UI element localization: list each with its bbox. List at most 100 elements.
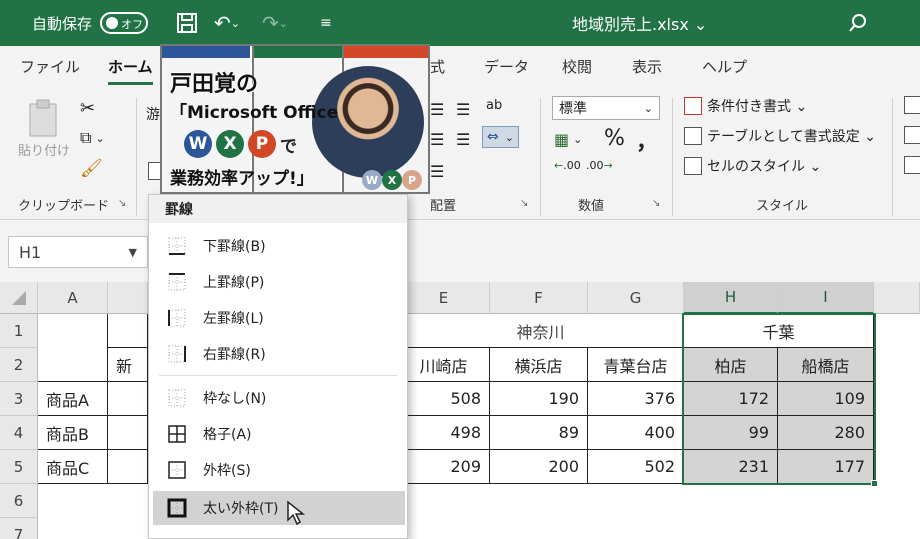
tab-view[interactable]: 表示 <box>632 56 662 77</box>
format-cells-icon[interactable] <box>904 156 920 174</box>
row-header-7[interactable]: 7 <box>0 518 38 539</box>
cell-i3[interactable]: 109 <box>778 382 874 416</box>
cell-g4[interactable]: 400 <box>588 416 684 450</box>
menu-item-no-border[interactable]: 枠なし(N) <box>153 381 405 415</box>
font-name-partial[interactable]: 游 <box>146 104 160 124</box>
cell-h2[interactable]: 柏店 <box>684 348 778 382</box>
cell-b5[interactable] <box>108 450 148 484</box>
column-header-i[interactable]: I <box>778 282 874 314</box>
cell-f3[interactable]: 190 <box>490 382 588 416</box>
select-all-corner[interactable] <box>0 282 38 314</box>
orientation-icon[interactable]: ab <box>486 98 502 113</box>
cell-g3[interactable]: 376 <box>588 382 684 416</box>
search-icon[interactable] <box>848 0 868 46</box>
align-left-icon[interactable]: ☰ <box>430 130 444 149</box>
column-header-j[interactable] <box>874 282 920 314</box>
cell-a5[interactable]: 商品C <box>38 450 108 484</box>
cell-i5[interactable]: 177 <box>778 450 874 484</box>
cell-f2[interactable]: 横浜店 <box>490 348 588 382</box>
copy-icon[interactable]: ⧉ ⌄ <box>80 128 105 148</box>
menu-item-all-borders[interactable]: 格子(A) <box>153 417 405 451</box>
cell-e2[interactable]: 川崎店 <box>398 348 490 382</box>
cell-a3[interactable]: 商品A <box>38 382 108 416</box>
menu-item-right-border[interactable]: 右罫線(R) <box>153 337 405 371</box>
cut-icon[interactable]: ✂ <box>80 98 95 119</box>
cell-e3[interactable]: 508 <box>398 382 490 416</box>
cell-a4[interactable]: 商品B <box>38 416 108 450</box>
paste-button[interactable]: 貼り付け <box>18 98 70 159</box>
cell-e5[interactable]: 209 <box>398 450 490 484</box>
cell-kanagawa-header[interactable]: 神奈川 <box>398 314 684 348</box>
customize-qat-icon[interactable]: ≡ <box>320 0 332 46</box>
cell-f5[interactable]: 200 <box>490 450 588 484</box>
menu-item-bottom-border[interactable]: 下罫線(B) <box>153 229 405 263</box>
cell-chiba-header[interactable]: 千葉 <box>684 314 874 348</box>
align-top-icon[interactable]: ☰ <box>430 100 444 119</box>
fill-handle[interactable] <box>871 480 878 487</box>
row-header-6[interactable]: 6 <box>0 484 38 518</box>
column-header-g[interactable]: G <box>588 282 684 314</box>
merge-center-button[interactable]: ⇔ ⌄ <box>482 126 519 148</box>
cell-g5[interactable]: 502 <box>588 450 684 484</box>
menu-item-outside-border[interactable]: 外枠(S) <box>153 453 405 487</box>
row-header-2[interactable]: 2 <box>0 348 38 382</box>
format-painter-icon[interactable]: 🖌 <box>80 158 103 179</box>
tab-help[interactable]: ヘルプ <box>702 56 747 77</box>
decrease-decimal-button[interactable]: .00 → <box>586 160 613 171</box>
cell-h3[interactable]: 172 <box>684 382 778 416</box>
conditional-format-button[interactable]: 条件付き書式 ⌄ <box>684 96 807 116</box>
row-header-3[interactable]: 3 <box>0 382 38 416</box>
undo-icon[interactable]: ↶ ⌄ <box>214 0 240 46</box>
cell-b1[interactable] <box>108 314 148 348</box>
cell-b3[interactable] <box>108 382 148 416</box>
cell-g2[interactable]: 青葉台店 <box>588 348 684 382</box>
cell-b4[interactable] <box>108 416 148 450</box>
tab-review[interactable]: 校閲 <box>562 56 592 77</box>
number-format-select[interactable]: 標準 ⌄ <box>552 96 660 120</box>
column-header-a[interactable]: A <box>38 282 108 314</box>
clipboard-launcher-icon[interactable]: ↘ <box>118 198 126 209</box>
cell-f4[interactable]: 89 <box>490 416 588 450</box>
align-middle-icon[interactable]: ☰ <box>456 100 470 119</box>
name-box[interactable]: H1 ▼ <box>8 236 148 268</box>
autosave-toggle[interactable]: オフ <box>100 12 149 34</box>
tab-data[interactable]: データ <box>484 56 529 77</box>
save-icon[interactable] <box>176 0 198 46</box>
format-as-table-button[interactable]: テーブルとして書式設定 ⌄ <box>684 126 876 146</box>
menu-item-top-border[interactable]: 上罫線(P) <box>153 265 405 299</box>
number-launcher-icon[interactable]: ↘ <box>652 198 660 209</box>
indent-icon[interactable]: ☰ <box>430 162 444 181</box>
align-center-icon[interactable]: ☰ <box>456 130 470 149</box>
tab-home[interactable]: ホーム <box>108 56 153 85</box>
accounting-icon[interactable]: ▦ ⌄ <box>554 130 582 149</box>
redo-icon[interactable]: ↷ ⌄ <box>262 0 288 46</box>
cell-a1[interactable] <box>38 314 108 382</box>
file-name[interactable]: 地域別売上.xlsx ⌄ <box>572 0 707 46</box>
column-header-f[interactable]: F <box>490 282 588 314</box>
cell-i4[interactable]: 280 <box>778 416 874 450</box>
menu-item-left-border[interactable]: 左罫線(L) <box>153 301 405 335</box>
column-header-b[interactable] <box>108 282 148 314</box>
row-header-5[interactable]: 5 <box>0 450 38 484</box>
tab-formulas[interactable]: 式 <box>430 56 445 77</box>
cell-h5[interactable]: 231 <box>684 450 778 484</box>
alignment-launcher-icon[interactable]: ↘ <box>520 198 528 209</box>
tab-file[interactable]: ファイル <box>20 56 80 77</box>
cell-styles-button[interactable]: セルのスタイル ⌄ <box>684 156 821 176</box>
cell-e4[interactable]: 498 <box>398 416 490 450</box>
cell-h4[interactable]: 99 <box>684 416 778 450</box>
delete-cells-icon[interactable] <box>904 126 920 144</box>
alignment-group-label: 配置 <box>430 199 457 214</box>
increase-decimal-button[interactable]: ← .00 <box>554 160 581 171</box>
column-header-h[interactable]: H <box>684 282 778 314</box>
insert-cells-icon[interactable] <box>904 96 920 114</box>
row-header-4[interactable]: 4 <box>0 416 38 450</box>
row-header-1[interactable]: 1 <box>0 314 38 348</box>
cell-i2[interactable]: 船橋店 <box>778 348 874 382</box>
comma-button[interactable]: ， <box>636 124 658 156</box>
percent-button[interactable]: % <box>604 126 625 151</box>
menu-item-thick-outside-border[interactable]: 太い外枠(T) <box>153 491 405 526</box>
powerpoint-small-icon: P <box>402 170 422 190</box>
cell-b2[interactable]: 新 <box>108 348 148 382</box>
column-header-e[interactable]: E <box>398 282 490 314</box>
